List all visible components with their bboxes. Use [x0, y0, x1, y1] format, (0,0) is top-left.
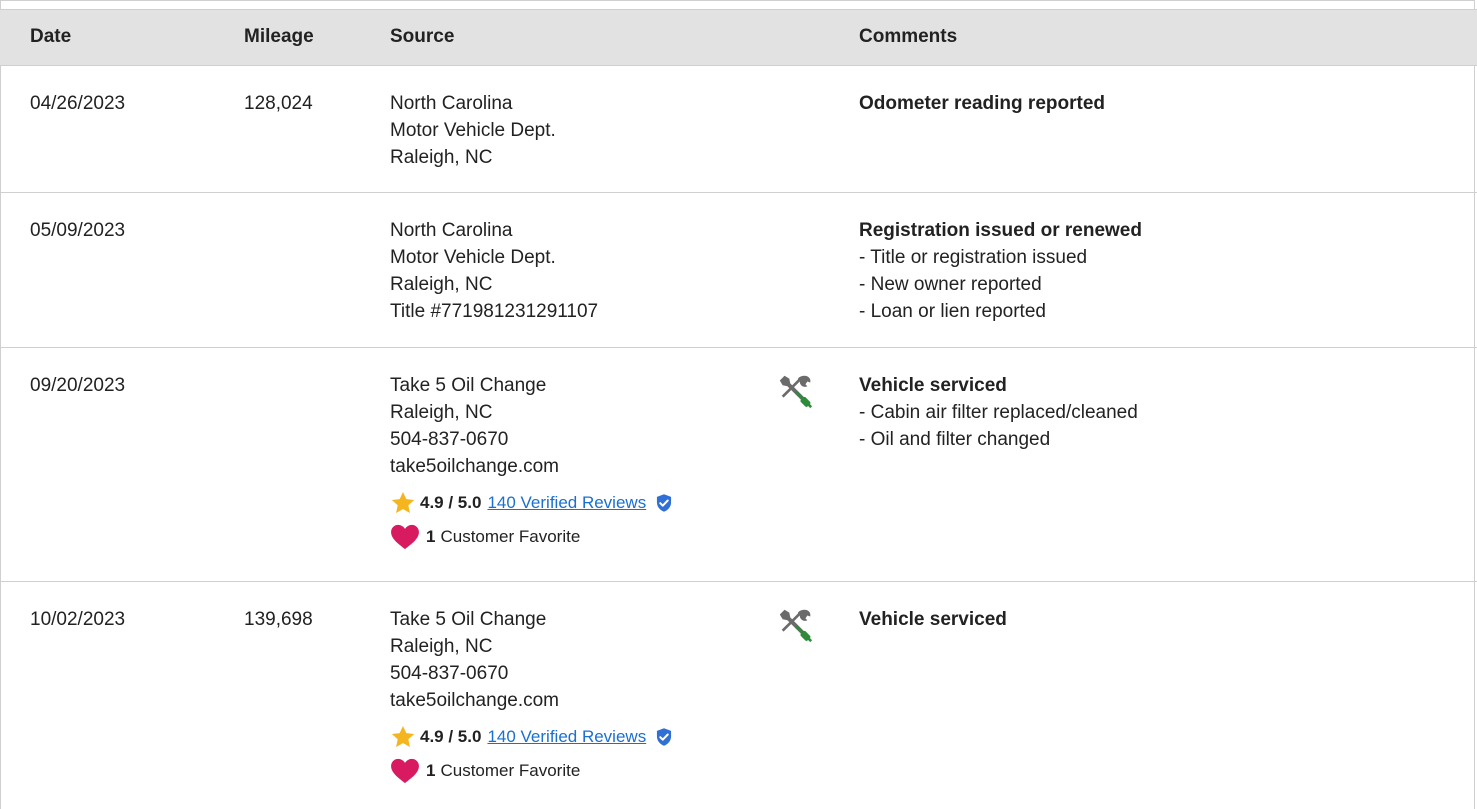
service-tools-icon — [779, 609, 813, 643]
row-date: 05/09/2023 — [30, 220, 126, 241]
heart-icon — [391, 758, 419, 784]
customer-favorite: 1 Customer Favorite — [390, 758, 674, 784]
comment-item: - Title or registration issued — [859, 247, 1088, 268]
favorite-count: 1 — [426, 527, 436, 546]
row-date: 10/02/2023 — [30, 609, 126, 630]
source-line: Raleigh, NC — [390, 402, 493, 423]
source-line: 504-837-0670 — [390, 429, 509, 450]
row-comments: Vehicle serviced - Cabin air filter repl… — [859, 372, 1138, 453]
source-line: Motor Vehicle Dept. — [390, 247, 556, 268]
header-mileage: Mileage — [244, 26, 314, 47]
header-comments: Comments — [859, 26, 958, 47]
rating-score: 4.9 / 5.0 — [420, 493, 482, 512]
table-header: Date Mileage Source Comments — [0, 9, 1477, 66]
source-line: Take 5 Oil Change — [390, 375, 547, 396]
table-row: 09/20/2023 Take 5 Oil Change Raleigh, NC… — [0, 348, 1477, 582]
comment-item: - Cabin air filter replaced/cleaned — [859, 402, 1138, 423]
source-line: Take 5 Oil Change — [390, 609, 547, 630]
source-line: North Carolina — [390, 220, 513, 241]
row-source: Take 5 Oil Change Raleigh, NC 504-837-06… — [390, 372, 674, 550]
row-source: North Carolina Motor Vehicle Dept. Ralei… — [390, 217, 598, 325]
source-line: take5oilchange.com — [390, 456, 559, 477]
row-date: 09/20/2023 — [30, 375, 126, 396]
comment-item: - Loan or lien reported — [859, 301, 1046, 322]
star-icon — [391, 491, 415, 513]
service-tools-icon — [779, 375, 813, 409]
comment-title: Registration issued or renewed — [859, 220, 1142, 241]
rating: 4.9 / 5.0 140 Verified Reviews — [390, 490, 674, 516]
favorite-label: Customer Favorite — [440, 761, 581, 780]
comment-title: Odometer reading reported — [859, 93, 1105, 114]
source-line: 504-837-0670 — [390, 663, 509, 684]
row-source: Take 5 Oil Change Raleigh, NC 504-837-06… — [390, 606, 674, 784]
table-row: 05/09/2023 North Carolina Motor Vehicle … — [0, 193, 1477, 348]
verified-reviews-link[interactable]: 140 Verified Reviews — [487, 725, 646, 749]
row-mileage: 128,024 — [244, 93, 313, 114]
source-line: Raleigh, NC — [390, 147, 493, 168]
table-row: 04/26/2023 128,024 North Carolina Motor … — [0, 66, 1477, 193]
header-date: Date — [30, 26, 72, 47]
verified-reviews-link[interactable]: 140 Verified Reviews — [487, 491, 646, 515]
row-source: North Carolina Motor Vehicle Dept. Ralei… — [390, 90, 556, 171]
source-line: Motor Vehicle Dept. — [390, 120, 556, 141]
row-comments: Registration issued or renewed - Title o… — [859, 217, 1142, 325]
table-row: 10/02/2023 139,698 Take 5 Oil Change Ral… — [0, 582, 1477, 809]
header-source: Source — [390, 26, 455, 47]
rating: 4.9 / 5.0 140 Verified Reviews — [390, 724, 674, 750]
source-line: Raleigh, NC — [390, 636, 493, 657]
favorite-label: Customer Favorite — [440, 527, 581, 546]
verified-shield-icon — [657, 728, 672, 746]
row-date: 04/26/2023 — [30, 93, 126, 114]
row-comments: Odometer reading reported — [859, 90, 1105, 117]
row-mileage: 139,698 — [244, 609, 313, 630]
favorite-count: 1 — [426, 761, 436, 780]
comment-title: Vehicle serviced — [859, 609, 1007, 630]
rating-score: 4.9 / 5.0 — [420, 727, 482, 746]
comment-item: - New owner reported — [859, 274, 1042, 295]
heart-icon — [391, 524, 419, 550]
source-line: North Carolina — [390, 93, 513, 114]
source-line: Title #771981231291107 — [390, 301, 599, 322]
row-comments: Vehicle serviced — [859, 606, 1007, 633]
comment-item: - Oil and filter changed — [859, 429, 1051, 450]
source-line: take5oilchange.com — [390, 690, 559, 711]
comment-title: Vehicle serviced — [859, 375, 1007, 396]
star-icon — [391, 725, 415, 747]
verified-shield-icon — [657, 494, 672, 512]
source-line: Raleigh, NC — [390, 274, 493, 295]
customer-favorite: 1 Customer Favorite — [390, 524, 674, 550]
